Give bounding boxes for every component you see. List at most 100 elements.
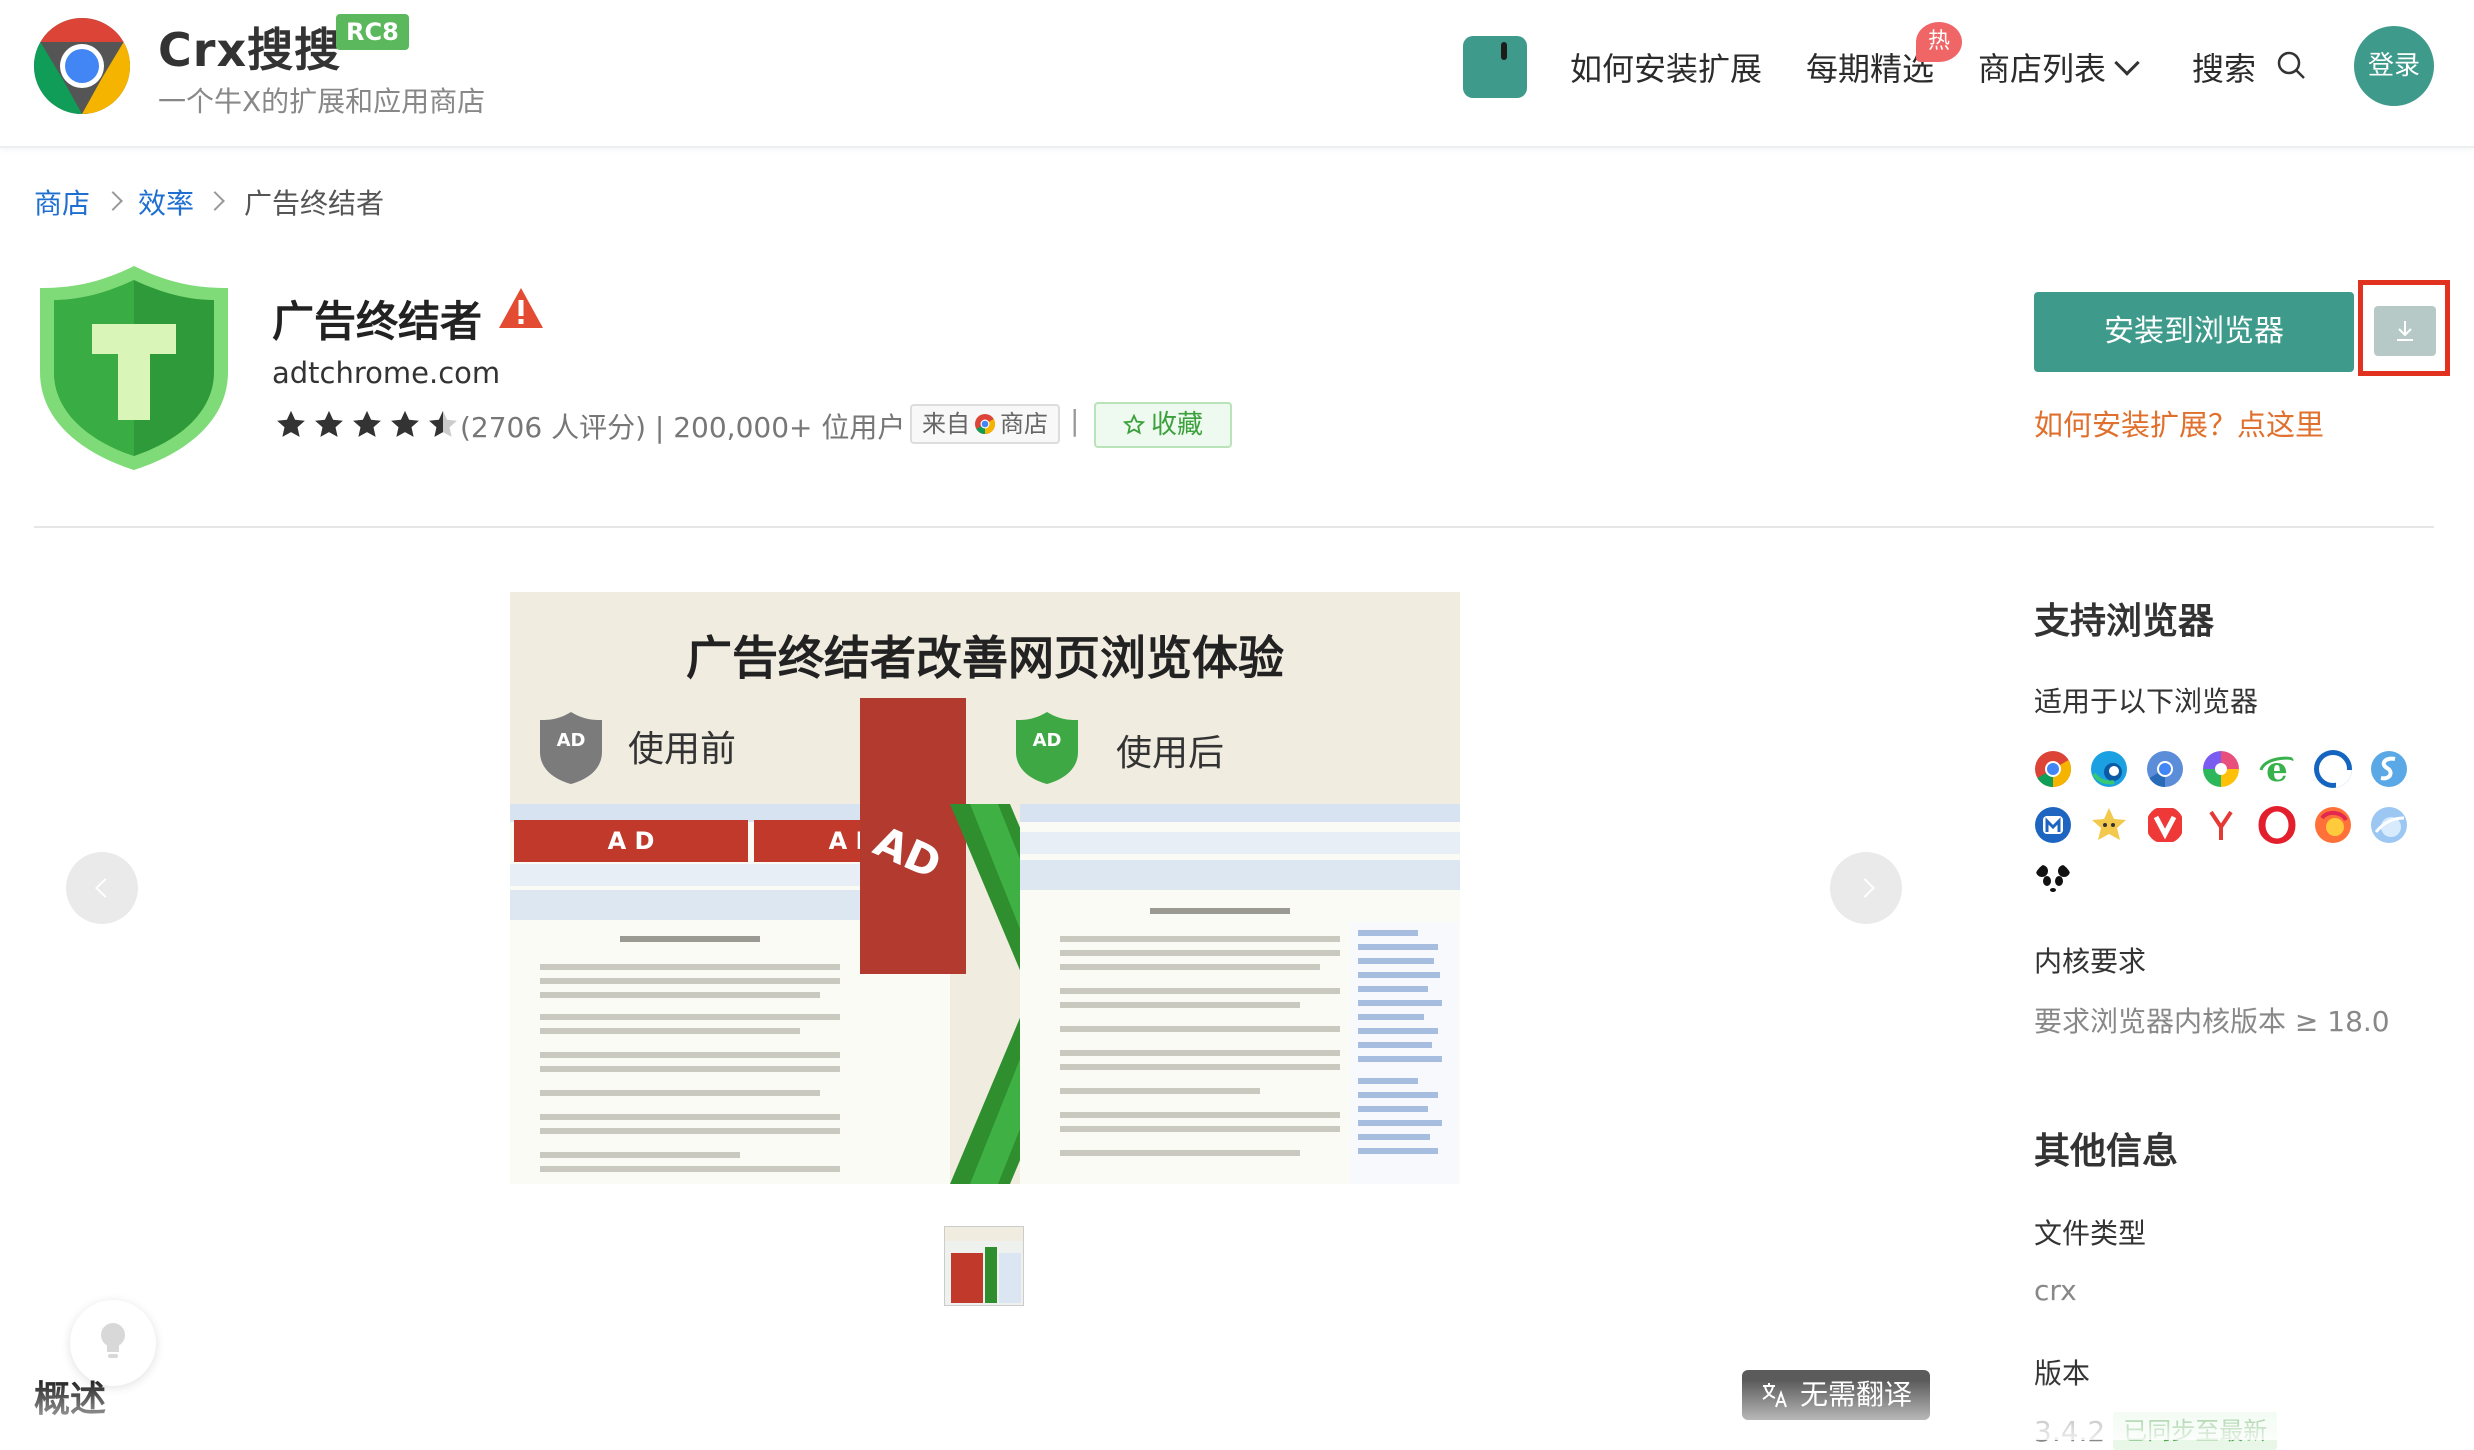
opera-gx-icon[interactable] (2314, 750, 2352, 788)
star-filled-icon (353, 410, 381, 437)
breadcrumb-store[interactable]: 商店 (34, 182, 90, 222)
gallery-next-button[interactable] (1830, 852, 1902, 924)
link-line (1358, 972, 1440, 978)
text-line (1060, 1150, 1300, 1156)
text-line (540, 978, 840, 984)
link-line (1358, 1028, 1438, 1034)
version-row: 3.4.2 已同步至最新 (2034, 1412, 2278, 1450)
supported-browsers-subtitle: 适用于以下浏览器 (2034, 685, 2259, 718)
star-half-icon (429, 410, 457, 437)
panda-icon[interactable] (2034, 862, 2072, 900)
warning-icon[interactable] (498, 286, 544, 330)
extension-domain[interactable]: adtchrome.com (272, 356, 500, 390)
install-button[interactable]: 安装到浏览器 (2034, 292, 2354, 372)
kernel-requirement-value: 要求浏览器内核版本 ≥ 18.0 (2034, 1005, 2390, 1038)
favorite-button[interactable]: 收藏 (1094, 402, 1232, 448)
text-line (1060, 1088, 1260, 1094)
chevron-down-icon[interactable] (2114, 50, 2140, 76)
lightbulb-icon (101, 1323, 125, 1358)
page-top-bar (1020, 804, 1460, 822)
text-line (1060, 1126, 1340, 1132)
edge-icon[interactable] (2090, 750, 2128, 788)
opera-icon[interactable] (2258, 806, 2296, 844)
text-line (540, 1014, 840, 1020)
link-line (1358, 986, 1428, 992)
after-label: 使用后 (1116, 733, 1225, 774)
translate-button[interactable]: 无需翻译 (1742, 1370, 1931, 1420)
text-line (540, 1028, 800, 1034)
link-line (1358, 1134, 1430, 1140)
ie-icon[interactable]: e (2258, 750, 2296, 788)
nav-store-list[interactable]: 商店列表 (1978, 44, 2106, 90)
thumb-part (985, 1247, 997, 1303)
link-line (1358, 1092, 1438, 1098)
svg-text:e: e (2266, 750, 2288, 788)
text-line (540, 1052, 840, 1058)
link-line (1358, 1078, 1418, 1084)
chrome-icon (975, 414, 996, 435)
version-label: 版本 (2034, 1357, 2091, 1390)
vivaldi-icon[interactable] (2146, 806, 2184, 844)
text-line (540, 992, 820, 998)
star-browser-icon[interactable] (2090, 806, 2128, 844)
breadcrumb-category[interactable]: 效率 (138, 182, 194, 222)
chromium-icon[interactable] (2146, 750, 2184, 788)
extension-title: 广告终结者 (272, 297, 483, 346)
divider (34, 526, 2434, 528)
kernel-requirement-label: 内核要求 (2034, 945, 2147, 978)
text-line (1060, 950, 1340, 956)
text-line (540, 1114, 840, 1120)
text-line (1060, 1002, 1300, 1008)
search-icon[interactable] (2276, 50, 2306, 80)
side-ad-label: AD (866, 816, 949, 889)
slogan: 一个牛X的扩展和应用商店 (158, 85, 486, 118)
link-line (1358, 944, 1438, 950)
firefox-icon[interactable] (2314, 806, 2352, 844)
page-nav-bar (1020, 860, 1460, 890)
source-prefix: 来自 (922, 410, 970, 438)
ad-shield-green-icon: AD (1016, 712, 1078, 784)
nav-how-to-install[interactable]: 如何安装扩展 (1570, 44, 1762, 90)
yandex-icon[interactable] (2202, 806, 2240, 844)
favorite-label: 收藏 (1150, 410, 1203, 440)
text-line (540, 1166, 840, 1172)
maxthon-icon[interactable] (2034, 806, 2072, 844)
source-store-badge[interactable]: 来自 商店 (910, 404, 1060, 444)
chrome-icon[interactable] (2034, 750, 2072, 788)
gallery-thumbnail[interactable] (944, 1226, 1024, 1306)
gallery-title: 广告终结者改善网页浏览体验 (686, 631, 1284, 685)
text-line (1060, 936, 1340, 942)
nav-weekly-picks[interactable]: 每期精选 (1806, 44, 1934, 90)
text-line (540, 1128, 840, 1134)
nav-search[interactable]: 搜索 (2192, 44, 2256, 90)
page-side-links (1350, 922, 1458, 1184)
before-label: 使用前 (628, 729, 737, 770)
separator: | (1070, 404, 1080, 437)
star-filled-icon (315, 410, 343, 437)
qq-browser-icon[interactable] (2370, 806, 2408, 844)
file-type-label: 文件类型 (2034, 1217, 2147, 1250)
mobile-app-icon[interactable] (1463, 36, 1527, 98)
file-type-value: crx (2034, 1274, 2077, 1307)
crx-logo-icon[interactable] (32, 16, 132, 116)
link-line (1358, 1014, 1424, 1020)
sogou-icon[interactable] (2370, 750, 2408, 788)
breadcrumb-current: 广告终结者 (244, 187, 385, 220)
360-browser-icon[interactable] (2202, 750, 2240, 788)
text-line (1060, 964, 1320, 970)
ad-shield-icon: AD (540, 712, 602, 784)
link-line (1358, 958, 1434, 964)
gallery-prev-button[interactable] (66, 852, 138, 924)
brand-name[interactable]: Crx搜搜 (158, 14, 341, 80)
text-line (1060, 1064, 1340, 1070)
how-to-install-link[interactable]: 如何安装扩展？点这里 (2034, 402, 2324, 444)
version-badge: RC8 (336, 14, 409, 50)
version-value: 3.4.2 (2034, 1415, 2106, 1448)
login-button[interactable]: 登录 (2354, 26, 2434, 106)
star-filled-icon (277, 410, 305, 437)
link-line (1358, 1106, 1428, 1112)
download-button[interactable] (2374, 306, 2436, 356)
link-line (1358, 1120, 1442, 1126)
text-line (540, 1066, 840, 1072)
sync-status-badge: 已同步至最新 (2113, 1412, 2278, 1450)
